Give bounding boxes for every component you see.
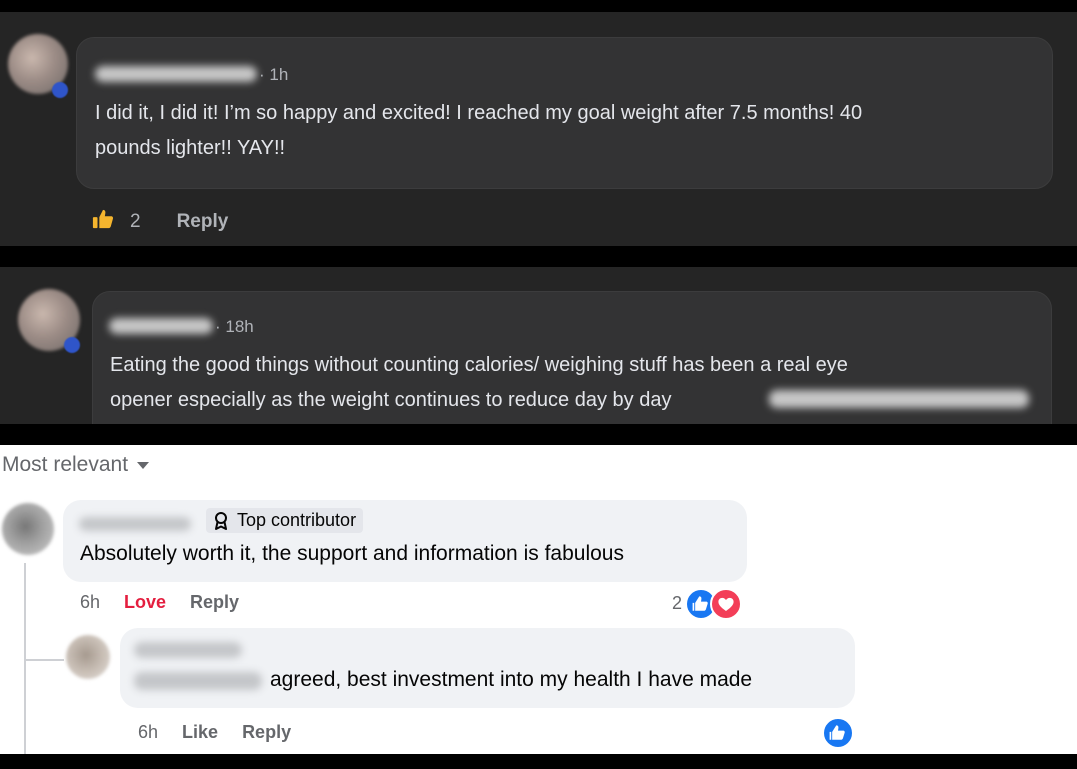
like-button[interactable]: Like [182,722,218,743]
avatar[interactable] [66,635,110,679]
comment-time[interactable]: · 18h [215,317,254,337]
reply-button[interactable]: Reply [177,211,229,233]
avatar-status-dot [64,337,80,353]
comment-actions: 2 Reply [92,208,228,236]
comment-actions: 6h Like Reply [138,722,291,743]
comment-actions: 6h Love Reply [80,592,239,613]
comment-bubble: agreed, best investment into my health I… [120,628,855,708]
comment-bubble: Top contributor Absolutely worth it, the… [63,500,747,582]
comment-time[interactable]: 6h [138,722,158,743]
comment-time[interactable]: · 1h [259,65,288,85]
comment-card-2: · 18h Eating the good things without cou… [0,267,1077,424]
like-reaction-icon[interactable] [822,717,854,749]
comment-bubble: · 18h Eating the good things without cou… [92,291,1052,424]
comment-text: Absolutely worth it, the support and inf… [80,542,624,565]
comment-bubble: · 1h I did it, I did it! I’m so happy an… [76,37,1053,189]
comment-text-line: pounds lighter!! YAY!! [95,137,286,159]
like-count[interactable]: 2 [130,211,141,233]
reaction-count[interactable]: 2 [672,593,682,614]
like-thumb-icon[interactable] [92,208,114,236]
sort-label: Most relevant [2,453,129,476]
reply-button[interactable]: Reply [190,592,239,613]
time-separator: · [215,317,226,336]
redacted-text-blur [769,390,1029,408]
love-reaction-icon[interactable] [710,588,742,620]
author-name-blurred[interactable] [134,642,242,658]
love-reaction-button[interactable]: Love [124,592,166,613]
comment-text: I did it, I did it! I’m so happy and exc… [95,96,1035,166]
comments-section-light: Most relevant Top contributor Absolutely… [0,445,1077,754]
comment-card-1: · 1h I did it, I did it! I’m so happy an… [0,12,1077,246]
reply-button[interactable]: Reply [242,722,291,743]
comment-text-line: I did it, I did it! I’m so happy and exc… [95,102,863,124]
author-name-blurred[interactable] [109,318,213,334]
avatar-status-dot [52,82,68,98]
comment-text-line: Eating the good things without counting … [110,354,848,376]
top-contributor-badge[interactable]: Top contributor [206,508,364,533]
author-name-blurred[interactable] [95,66,257,82]
avatar[interactable] [2,503,54,555]
thread-line-connector [24,659,64,661]
sort-dropdown[interactable]: Most relevant [2,453,150,477]
badge-label: Top contributor [237,510,357,530]
mention-blurred[interactable] [134,672,262,690]
time-separator: · [259,65,270,84]
comment-time[interactable]: 6h [80,592,100,613]
comment-text: agreed, best investment into my health I… [270,668,753,691]
top-contributor-badge-icon [215,511,227,530]
sort-caret-icon [137,461,150,469]
author-name-blurred[interactable] [79,517,191,531]
